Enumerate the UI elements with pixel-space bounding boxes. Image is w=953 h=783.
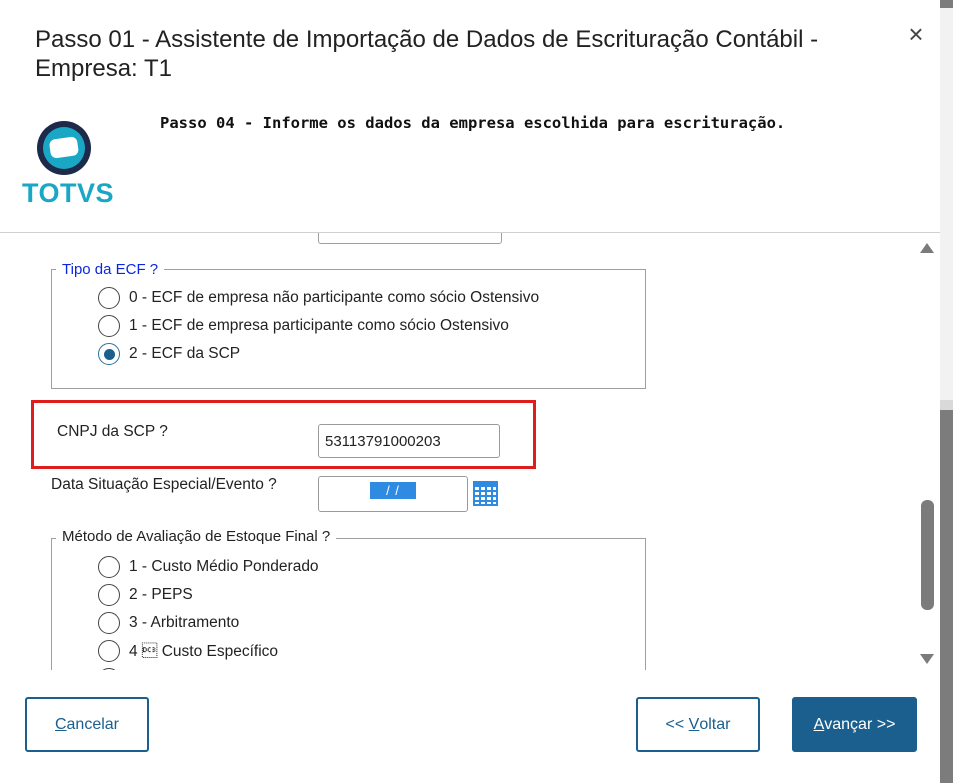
date-value: / / — [370, 482, 416, 499]
radio-option-label: 1 - Custo Médio Ponderado — [129, 558, 319, 575]
back-button[interactable]: << Voltar — [636, 697, 760, 752]
tipo-ecf-legend: Tipo da ECF ? — [56, 261, 165, 279]
radio-option-label: 0 - ECF de empresa não participante como… — [129, 289, 540, 306]
radio-button[interactable] — [98, 315, 120, 337]
calendar-icon[interactable] — [473, 481, 498, 506]
next-button[interactable]: Avançar >> — [792, 697, 917, 752]
radio-option-label: 3 - Arbitramento — [129, 614, 240, 631]
cancel-label: ancelar — [66, 715, 120, 733]
radio-option-label: 2 - PEPS — [129, 586, 193, 603]
data-situacao-input[interactable]: / / — [318, 476, 468, 512]
back-label: oltar — [699, 715, 731, 733]
radio-option-label: 1 - ECF de empresa participante como sóc… — [129, 317, 509, 334]
back-prefix: << — [665, 715, 689, 733]
previous-field-input[interactable] — [318, 233, 502, 244]
radio-button[interactable] — [98, 287, 120, 309]
radio-option-1[interactable]: 1 - ECF de empresa participante como sóc… — [98, 315, 509, 337]
radio-button-selected[interactable] — [98, 343, 120, 365]
metodo-estoque-legend: Método de Avaliação de Estoque Final ? — [56, 528, 337, 546]
radio-option-label: 2 - ECF da SCP — [129, 345, 241, 362]
scroll-down-arrow-icon[interactable] — [919, 652, 935, 666]
next-label: vançar >> — [824, 715, 896, 733]
logo-text: TOTVS — [22, 178, 115, 208]
cnpj-scp-input[interactable]: 53113791000203 — [318, 424, 500, 458]
radio-option-label: 4  Custo Específico — [129, 642, 279, 660]
cancel-mnemonic: C — [54, 715, 67, 733]
scrollbar-thumb[interactable] — [921, 500, 934, 610]
close-button[interactable]: × — [902, 20, 930, 48]
scroll-up-arrow-icon[interactable] — [919, 241, 935, 255]
radio-option-0[interactable]: 0 - ECF de empresa não participante como… — [98, 287, 539, 309]
estoque-option-3[interactable]: 3 - Arbitramento — [98, 612, 239, 634]
data-situacao-label: Data Situação Especial/Evento ? — [51, 476, 277, 493]
step-heading: Passo 04 - Informe os dados da empresa e… — [160, 114, 786, 132]
radio-button[interactable] — [98, 612, 120, 634]
estoque-option-1[interactable]: 1 - Custo Médio Ponderado — [98, 556, 319, 578]
estoque-option-2[interactable]: 2 - PEPS — [98, 584, 193, 606]
cancel-button[interactable]: Cancelar — [25, 697, 149, 752]
footer-bar: Cancelar << Voltar Avançar >> — [0, 670, 940, 783]
wizard-dialog: Passo 01 - Assistente de Importação de D… — [0, 0, 940, 783]
cnpj-scp-label: CNPJ da SCP ? — [57, 423, 168, 440]
back-mnemonic: V — [688, 715, 700, 733]
radio-button[interactable] — [98, 556, 120, 578]
estoque-option-4[interactable]: 4  Custo Específico — [98, 640, 278, 662]
next-mnemonic: A — [813, 715, 825, 733]
form-scroll-area[interactable]: Tipo da ECF ? 0 - ECF de empresa não par… — [0, 233, 940, 670]
window-title: Passo 01 - Assistente de Importação de D… — [35, 26, 819, 82]
radio-button[interactable] — [98, 584, 120, 606]
radio-button[interactable] — [98, 640, 120, 662]
background-window-edge — [940, 0, 953, 783]
radio-option-2[interactable]: 2 - ECF da SCP — [98, 343, 240, 365]
